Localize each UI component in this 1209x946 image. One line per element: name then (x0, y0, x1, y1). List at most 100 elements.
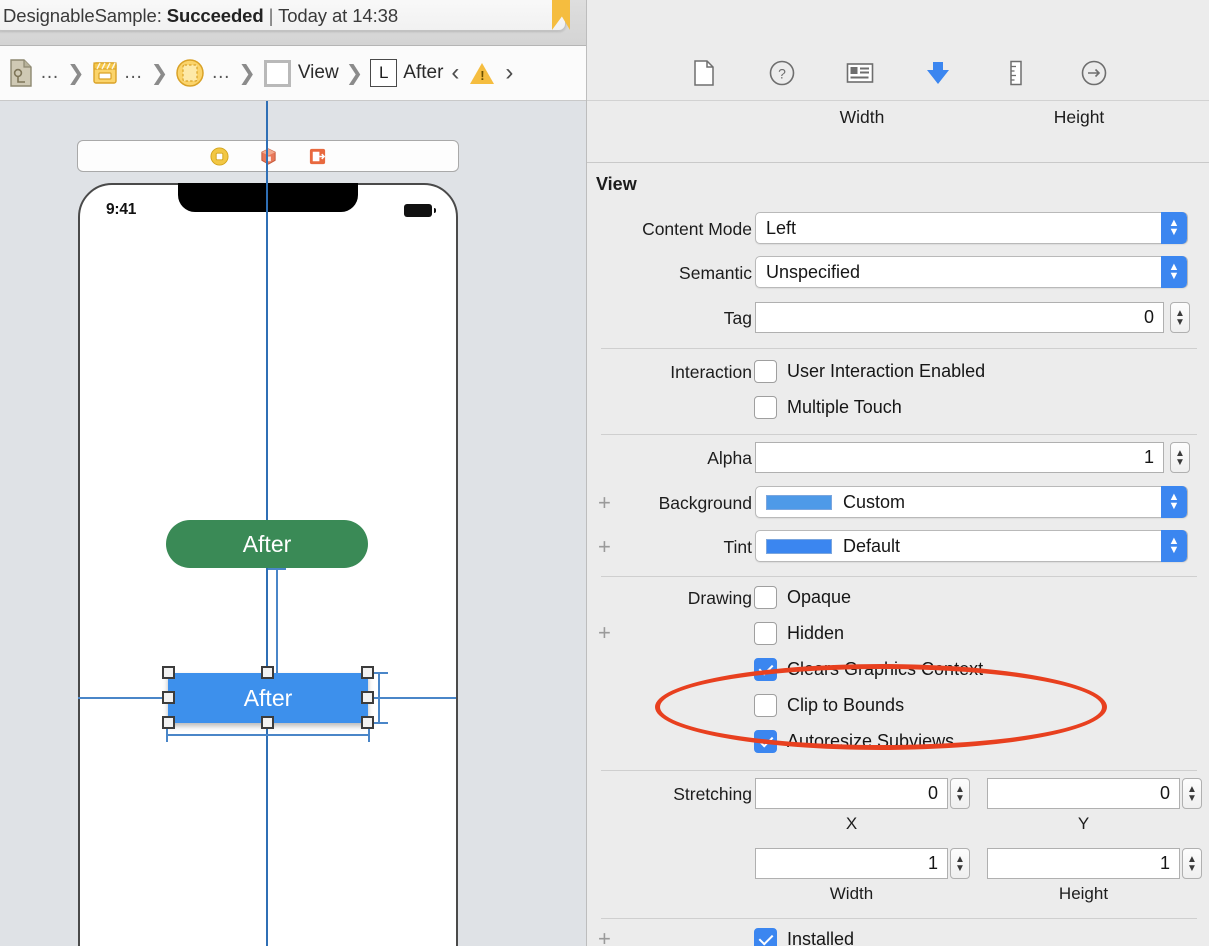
clears-graphics-context-row: Clears Graphics Context (587, 658, 1209, 684)
width-measure-cap-right (368, 728, 370, 742)
resize-handle-top-center[interactable] (261, 666, 274, 679)
autoresize-subviews-checkbox[interactable] (754, 730, 777, 753)
interaction-label: Interaction (670, 362, 752, 382)
opaque-checkbox[interactable] (754, 586, 777, 609)
svg-text:?: ? (778, 66, 786, 82)
resize-handle-middle-right[interactable] (361, 691, 374, 704)
stretching-y-stepper[interactable]: ▲ ▼ (1182, 778, 1202, 809)
vertical-measure-cap-top (268, 568, 286, 570)
hidden-row: + Hidden (587, 620, 1209, 648)
resize-handle-middle-left[interactable] (162, 691, 175, 704)
clears-graphics-context-checkbox[interactable] (754, 658, 777, 681)
inspector-tab-file[interactable] (689, 58, 719, 88)
attributes-inspector-panel: ? Width Height View Content Mode Left ▲ … (586, 0, 1209, 946)
first-responder-dock-icon[interactable] (259, 147, 278, 166)
tag-label: Tag (723, 308, 752, 328)
alpha-field[interactable]: 1 (755, 442, 1164, 473)
resize-handle-bottom-center[interactable] (261, 716, 274, 729)
size-header-captions: Width Height (587, 101, 1209, 163)
stretching-width-caption: Width (829, 884, 874, 903)
designable-button-after[interactable]: After (166, 520, 368, 568)
tag-field[interactable]: 0 (755, 302, 1164, 333)
source-file-icon (10, 59, 32, 87)
height-measure-line (378, 673, 380, 723)
alpha-stepper[interactable]: ▲ ▼ (1170, 442, 1190, 473)
stretching-height-caption: Height (1058, 884, 1109, 903)
divider-3 (601, 576, 1197, 577)
installed-row: + Installed (587, 926, 1209, 946)
status-project: DesignableSample: (3, 5, 162, 26)
breadcrumb-label-view: View (297, 62, 339, 83)
content-mode-row: Content Mode Left ▲ ▼ (587, 212, 1209, 246)
storyboard-scene-icon (92, 62, 117, 84)
autoresize-subviews-label: Autoresize Subviews (787, 731, 955, 751)
breadcrumb-label-storyboard: … (123, 62, 144, 83)
drawing-add-variation-button[interactable]: + (598, 620, 611, 646)
tint-color-popup[interactable]: Default ▲ ▼ (755, 530, 1188, 562)
inspector-tab-size[interactable] (1001, 58, 1031, 88)
interface-builder-canvas[interactable]: 9:41 After After (0, 101, 586, 946)
resize-handle-top-left[interactable] (162, 666, 175, 679)
view-section-title: View (596, 174, 637, 194)
vertical-spacing-measure (276, 568, 278, 674)
identity-card-icon (846, 63, 873, 83)
hidden-checkbox[interactable] (754, 622, 777, 645)
stretching-label: Stretching (673, 784, 752, 804)
warning-triangle-icon[interactable] (470, 62, 495, 84)
inspector-tab-connections[interactable] (1079, 58, 1109, 88)
semantic-value: Unspecified (766, 261, 861, 282)
breadcrumb-item-label[interactable]: L After (368, 59, 445, 87)
content-mode-label: Content Mode (642, 219, 752, 239)
breadcrumb-item-viewcontroller[interactable]: … (173, 58, 233, 88)
content-mode-popup[interactable]: Left ▲ ▼ (755, 212, 1188, 244)
background-color-popup[interactable]: Custom ▲ ▼ (755, 486, 1188, 518)
breadcrumb-label-viewcontroller: … (211, 62, 232, 83)
content-mode-stepper-icon[interactable]: ▲ ▼ (1161, 212, 1187, 244)
installed-add-variation-button[interactable]: + (598, 926, 611, 946)
alpha-row: Alpha 1 ▲ ▼ (587, 442, 1209, 474)
resize-handle-bottom-left[interactable] (162, 716, 175, 729)
semantic-popup[interactable]: Unspecified ▲ ▼ (755, 256, 1188, 288)
tag-stepper[interactable]: ▲ ▼ (1170, 302, 1190, 333)
stretching-width-stepper[interactable]: ▲ ▼ (950, 848, 970, 879)
semantic-label: Semantic (679, 263, 752, 283)
breadcrumb-chevron-icon: ❯ (150, 61, 169, 85)
multiple-touch-checkbox[interactable] (754, 396, 777, 419)
breadcrumb-item-storyboard[interactable]: … (90, 59, 146, 87)
user-interaction-enabled-checkbox[interactable] (754, 360, 777, 383)
divider-2 (601, 434, 1197, 435)
stretching-height-stepper[interactable]: ▲ ▼ (1182, 848, 1202, 879)
stretching-x-stepper[interactable]: ▲ ▼ (950, 778, 970, 809)
tag-value: 0 (1143, 307, 1154, 327)
background-stepper-icon[interactable]: ▲ ▼ (1161, 486, 1187, 518)
view-controller-icon (176, 59, 204, 87)
inspector-tab-attributes[interactable] (923, 58, 953, 88)
label-badge-icon: L (370, 59, 398, 87)
breadcrumb-item-file[interactable]: … (6, 58, 62, 88)
exit-dock-icon[interactable] (308, 147, 327, 166)
semantic-stepper-icon[interactable]: ▲ ▼ (1161, 256, 1187, 288)
resize-handle-bottom-right[interactable] (361, 716, 374, 729)
stretching-y-field[interactable]: 0 (987, 778, 1180, 809)
autoresize-subviews-row: Autoresize Subviews (587, 730, 1209, 756)
stretching-height-field[interactable]: 1 (987, 848, 1180, 879)
background-row: + Background Custom ▲ ▼ (587, 486, 1209, 520)
stretching-width-field[interactable]: 1 (755, 848, 948, 879)
clip-to-bounds-checkbox[interactable] (754, 694, 777, 717)
tint-stepper-icon[interactable]: ▲ ▼ (1161, 530, 1187, 562)
breadcrumb-item-view[interactable]: View (261, 59, 341, 88)
drawing-row: Drawing Opaque (587, 586, 1209, 612)
divider-5 (601, 918, 1197, 919)
inspector-tab-identity[interactable] (845, 58, 875, 88)
previous-issue-button[interactable]: ‹ (447, 59, 463, 87)
tint-value: Default (843, 535, 901, 556)
inspector-tab-quick-help[interactable]: ? (767, 58, 797, 88)
resize-handle-top-right[interactable] (361, 666, 374, 679)
scene-dock (77, 140, 459, 172)
next-issue-button[interactable]: › (501, 59, 517, 87)
stretching-y-caption: Y (1077, 814, 1090, 833)
view-controller-dock-icon[interactable] (209, 146, 229, 166)
stretching-x-field[interactable]: 0 (755, 778, 948, 809)
build-status-bar[interactable]: DesignableSample: Succeeded | Today at 1… (0, 0, 566, 31)
installed-checkbox[interactable] (754, 928, 777, 946)
